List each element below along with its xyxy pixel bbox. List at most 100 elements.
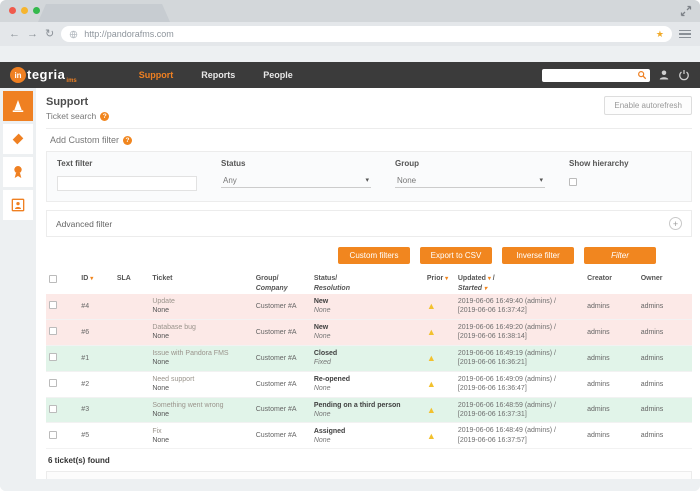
expand-plus-icon[interactable]: + [669, 217, 682, 230]
person-box-icon [11, 198, 25, 212]
integria-logo[interactable]: in tegria ims [10, 67, 77, 84]
refresh-icon[interactable]: ↻ [45, 28, 54, 40]
ticket-resolution: Fixed [313, 359, 331, 367]
ticket-title[interactable]: Database bug [152, 324, 249, 331]
select-all-checkbox[interactable] [49, 275, 57, 283]
row-checkbox[interactable] [49, 379, 57, 388]
browser-menu-icon[interactable] [679, 29, 691, 39]
ticket-row: #2 Need support None Customer #A Re-opened No… [46, 371, 692, 397]
col-owner[interactable]: Owner [638, 273, 692, 294]
ticket-company: Customer #A [255, 432, 297, 440]
global-search-box[interactable] [542, 68, 650, 82]
ticket-owner: admins [640, 406, 664, 414]
text-filter-input[interactable] [57, 176, 197, 191]
sidebar-item-tickets[interactable] [3, 124, 33, 154]
ticket-subtitle: None [152, 307, 170, 315]
nav-item-people[interactable]: People [263, 70, 293, 80]
ticket-row: #3 Something went wrong None Customer #A Pen… [46, 397, 692, 423]
col-sla[interactable]: SLA [114, 273, 150, 294]
sort-icon[interactable]: ▾ [445, 276, 448, 282]
help-icon[interactable]: ? [100, 111, 110, 121]
massive-operations-bar[interactable]: Massive operations over selected items + [46, 471, 692, 479]
browser-toolbar: ← → ↻ http://pandorafms.com ★ [0, 22, 700, 46]
export-to-csv-button[interactable]: Export to CSV [420, 247, 492, 264]
ticket-title[interactable]: Update [152, 298, 249, 305]
advanced-filter-bar[interactable]: Advanced filter + [46, 210, 692, 237]
ticket-icon [12, 133, 24, 145]
col-ticket[interactable]: Ticket [149, 273, 252, 294]
sort-icon[interactable]: ▾ [488, 276, 491, 282]
sort-icon[interactable]: ▾ [484, 286, 487, 292]
nav-item-support[interactable]: Support [139, 70, 174, 80]
search-icon[interactable] [637, 70, 647, 80]
ticket-creator: admins [587, 380, 610, 388]
sidebar-item-support[interactable] [3, 91, 33, 121]
show-hierarchy-checkbox[interactable] [569, 178, 577, 186]
close-window-button[interactable] [9, 7, 16, 14]
back-icon[interactable]: ← [9, 28, 20, 40]
ticket-id[interactable]: #5 [78, 423, 114, 449]
row-checkbox[interactable] [49, 353, 57, 362]
col-group-company[interactable]: Group/ Company [253, 273, 311, 294]
bookmark-star-icon[interactable]: ★ [656, 29, 664, 40]
logo-text: tegria [27, 67, 66, 82]
forward-icon[interactable]: → [27, 28, 38, 40]
row-checkbox[interactable] [49, 404, 57, 413]
zoom-window-button[interactable] [33, 7, 40, 14]
help-icon[interactable]: ? [123, 135, 133, 145]
ticket-sla [114, 397, 150, 423]
logout-power-icon[interactable] [678, 69, 690, 81]
col-creator[interactable]: Creator [584, 273, 638, 294]
filter-button[interactable]: Filter [584, 247, 656, 264]
row-checkbox[interactable] [49, 301, 57, 310]
ticket-status: New [313, 298, 329, 306]
col-updated-started[interactable]: Updated ▾ / Started ▾ [455, 273, 584, 294]
sidebar-item-agents[interactable] [3, 190, 33, 220]
ticket-sla [114, 319, 150, 345]
address-bar[interactable]: http://pandorafms.com ★ [61, 26, 672, 42]
priority-warning-icon: ▲ [426, 353, 436, 364]
url-text[interactable]: http://pandorafms.com [84, 29, 650, 39]
custom-filters-button[interactable]: Custom filters [338, 247, 410, 264]
ticket-title[interactable]: Need support [152, 376, 249, 383]
status-select[interactable]: Any ▾ [221, 173, 371, 188]
user-icon[interactable] [658, 69, 670, 81]
sidebar-item-projects[interactable] [3, 157, 33, 187]
row-checkbox[interactable] [49, 327, 57, 336]
ticket-updated: 2019-06-06 16:49:19 (admins) / [457, 349, 556, 357]
col-id[interactable]: ID ▾ [78, 273, 114, 294]
ticket-id[interactable]: #3 [78, 397, 114, 423]
ticket-title[interactable]: Fix [152, 428, 249, 435]
ticket-row: #1 Issue with Pandora FMS None Customer #A C… [46, 345, 692, 372]
minimize-window-button[interactable] [21, 7, 28, 14]
ticket-title[interactable]: Issue with Pandora FMS [152, 350, 249, 357]
priority-warning-icon: ▲ [426, 301, 436, 312]
chevron-down-icon: ▾ [539, 177, 543, 184]
ticket-company: Customer #A [255, 380, 297, 388]
enable-autorefresh-button[interactable]: Enable autorefresh [604, 96, 692, 115]
ticket-started: [2019-06-06 16:37:31] [457, 410, 527, 418]
fullscreen-icon[interactable] [680, 5, 692, 17]
globe-icon [69, 30, 78, 38]
col-prior[interactable]: Prior ▾ [424, 273, 455, 294]
ticket-id[interactable]: #2 [78, 371, 114, 397]
main-menu: Support Reports People [139, 70, 293, 80]
col-status-resolution[interactable]: Status/ Resolution [311, 273, 424, 294]
sort-icon[interactable]: ▾ [90, 276, 93, 282]
browser-tab[interactable] [38, 4, 170, 22]
ticket-title[interactable]: Something went wrong [152, 402, 249, 409]
group-select[interactable]: None ▾ [395, 173, 545, 188]
inverse-filter-button[interactable]: Inverse filter [502, 247, 574, 264]
ticket-company: Customer #A [255, 328, 297, 336]
ticket-id[interactable]: #1 [78, 345, 114, 371]
ticket-subtitle: None [152, 410, 170, 418]
tickets-count: 6 ticket(s) found [48, 456, 110, 466]
row-checkbox[interactable] [49, 430, 57, 439]
ticket-id[interactable]: #4 [78, 294, 114, 319]
page-title: Support [46, 96, 89, 108]
nav-item-reports[interactable]: Reports [201, 70, 235, 80]
ticket-owner: admins [640, 380, 664, 388]
global-search-input[interactable] [547, 69, 637, 81]
ticket-id[interactable]: #6 [78, 319, 114, 345]
ticket-status: Re-opened [313, 376, 350, 384]
